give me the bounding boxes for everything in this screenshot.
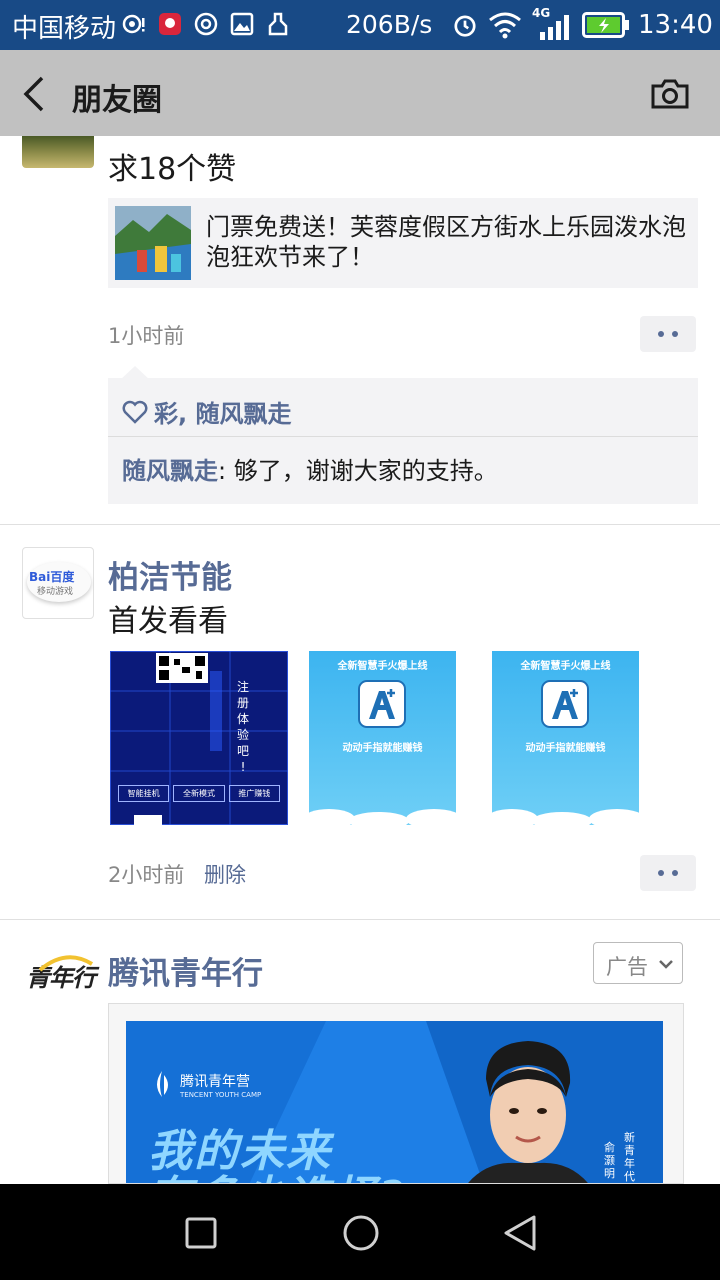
ad-slogan: 有多少选择? — [148, 1161, 406, 1183]
cleanup-icon — [268, 12, 288, 36]
image-text: 体 — [236, 712, 249, 726]
ad-label: 广告 — [606, 955, 648, 979]
post-image[interactable]: 全新智慧手火爆上线 动动手指就能赚钱 — [492, 651, 639, 825]
status-bar: 中国移动 206B/s 4G 13:40 — [0, 0, 720, 50]
ad-card[interactable]: 腾讯青年营 TENCENT YOUTH CAMP 我的未来 有多少选择? 新青年… — [108, 1003, 684, 1184]
ad-side-text: 新青年代 — [624, 1131, 635, 1183]
image-caption-top: 全新智慧手火爆上线 — [520, 661, 611, 672]
wifi-icon — [489, 12, 521, 39]
signal-icon — [540, 15, 569, 40]
alarm-icon — [454, 15, 476, 37]
avatar[interactable] — [22, 136, 94, 168]
back-triangle-icon[interactable] — [502, 1214, 538, 1252]
post-image[interactable]: 全新智慧手火爆上线 动动手指就能赚钱 — [309, 651, 456, 825]
avatar[interactable]: Bai百度 移动游戏 — [22, 547, 94, 619]
ad-person-image — [468, 1041, 588, 1183]
post-text: 求18个赞 — [108, 152, 237, 187]
link-title: 门票免费送！芙蓉度假区方街水上乐园泼水泡泡狂欢节来了！ — [206, 213, 686, 271]
image-caption-bottom: 动动手指就能赚钱 — [342, 743, 423, 754]
divider — [0, 919, 720, 920]
comment-author[interactable]: 随风飘走 — [122, 457, 218, 485]
more-button[interactable] — [640, 855, 696, 891]
image-caption-top: 全新智慧手火爆上线 — [337, 661, 428, 672]
recent-apps-icon[interactable] — [184, 1216, 218, 1250]
comment[interactable]: 随风飘走: 够了，谢谢大家的支持。 — [122, 451, 498, 486]
post-time: 2小时前 — [108, 863, 185, 887]
title-bar: 朋友圈 — [0, 50, 720, 136]
cloud-decoration — [492, 809, 639, 825]
image-text: ! — [240, 760, 246, 774]
app-logo-icon — [358, 680, 406, 728]
comment-text: : 够了，谢谢大家的支持。 — [218, 457, 498, 485]
image-caption-bottom: 动动手指就能赚钱 — [525, 743, 606, 754]
chevron-down-icon — [659, 960, 673, 969]
page-title: 朋友圈 — [72, 83, 162, 118]
notification-icon — [122, 14, 145, 34]
heart-icon — [122, 400, 148, 424]
link-card[interactable]: 门票免费送！芙蓉度假区方街水上乐园泼水泡泡狂欢节来了！ — [108, 198, 698, 288]
carrier-label: 中国移动 — [12, 14, 117, 44]
back-arrow-icon[interactable] — [22, 76, 46, 112]
cloud-decoration — [309, 809, 456, 825]
gallery-icon — [230, 12, 254, 36]
likes-comments-box: 彩, 随风飘走 随风飘走: 够了，谢谢大家的支持。 — [108, 378, 698, 504]
image-text: 册 — [236, 696, 249, 710]
author-name[interactable]: 腾讯青年行 — [108, 948, 263, 993]
divider — [0, 524, 720, 525]
ad-brand-en: TENCENT YOUTH CAMP — [180, 1091, 262, 1099]
more-button[interactable] — [640, 316, 696, 352]
avatar-caption: 移动游戏 — [37, 587, 74, 597]
ad-banner[interactable]: 腾讯青年营 TENCENT YOUTH CAMP 我的未来 有多少选择? 新青年… — [126, 1021, 663, 1183]
clock: 13:40 — [638, 10, 713, 40]
post-time: 1小时前 — [108, 324, 185, 348]
image-button: 全新模式 — [173, 785, 225, 802]
author-name[interactable]: 柏洁节能 — [108, 552, 232, 597]
post-text: 首发看看 — [108, 604, 228, 639]
link-thumbnail — [115, 206, 191, 280]
divider — [108, 436, 698, 437]
image-button-row: 智能挂机 全新模式 推广赚钱 — [118, 785, 280, 802]
app-icon — [194, 12, 218, 36]
ad-side-text: 俞灏明 — [604, 1141, 615, 1180]
huawei-icon — [159, 13, 181, 35]
image-vertical-text: 注 册 体 验 吧 ! — [234, 679, 252, 775]
camera-icon[interactable] — [650, 78, 690, 110]
image-text: 注 — [236, 680, 249, 694]
image-button: 智能挂机 — [118, 785, 170, 802]
app-logo-icon — [541, 680, 589, 728]
avatar-brand: Bai百度 — [29, 570, 75, 584]
delete-link[interactable]: 删除 — [204, 859, 246, 889]
navigation-bar — [0, 1184, 720, 1280]
ad-brand: 腾讯青年营 — [180, 1074, 250, 1090]
post-image[interactable]: 注 册 体 验 吧 ! 智能挂机 全新模式 推广赚钱 — [110, 651, 288, 825]
home-icon[interactable] — [342, 1214, 380, 1252]
like-names[interactable]: 彩, 随风飘走 — [154, 394, 291, 429]
network-speed: 206B/s — [346, 10, 433, 39]
image-text: 验 — [236, 728, 249, 742]
image-text: 吧 — [236, 744, 249, 758]
sail-logo-icon — [157, 1071, 168, 1097]
image-button: 推广赚钱 — [228, 785, 280, 802]
ad-label-button[interactable]: 广告 — [593, 942, 683, 984]
avatar-swoosh — [38, 955, 94, 972]
battery-icon — [582, 12, 629, 38]
